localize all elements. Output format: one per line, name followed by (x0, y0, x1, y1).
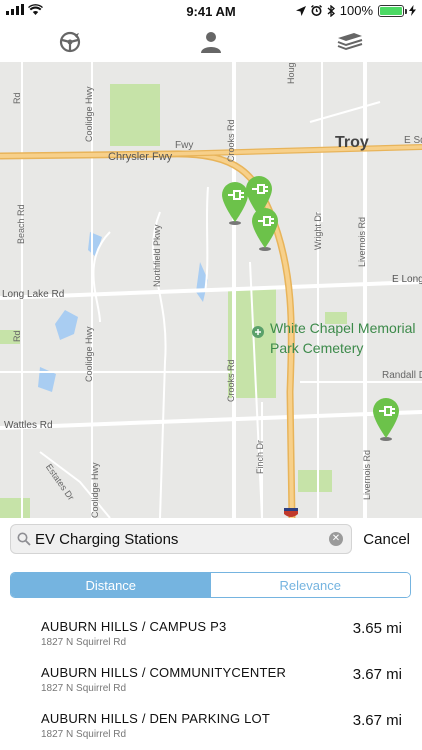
freeway-label: Chrysler Fwy (108, 151, 173, 163)
map-view[interactable]: Troy E Sq Chrysler Fwy Long Lake Rd E Lo… (0, 62, 422, 518)
road-label: Houg (286, 62, 296, 84)
road-label: E Long (392, 274, 422, 285)
steering-wheel-icon[interactable] (56, 28, 84, 56)
station-name: AUBURN HILLS / DEN PARKING LOT (41, 711, 270, 726)
status-right: 100% (295, 3, 416, 18)
road-label: Rd (12, 330, 22, 342)
road-label: Rd (12, 92, 22, 104)
park-label: White Chapel Memorial (270, 320, 416, 336)
road-label: Coolidge Hwy (90, 462, 100, 518)
ev-charging-pin[interactable] (371, 396, 401, 442)
station-address: 1827 N Squirrel Rd (41, 729, 127, 740)
location-arrow-icon (295, 5, 306, 16)
station-address: 1827 N Squirrel Rd (41, 683, 127, 694)
road-label: Beach Rd (16, 204, 26, 244)
status-bar: 9:41 AM 100% (0, 0, 422, 22)
nav-bar (0, 22, 422, 62)
water-area (55, 310, 78, 340)
station-name: AUBURN HILLS / CAMPUS P3 (41, 619, 227, 634)
road-label: Wattles Rd (4, 420, 53, 431)
search-input[interactable] (35, 525, 325, 553)
road-label: Crooks Rd (226, 359, 236, 402)
search-box[interactable]: ✕ (10, 524, 352, 554)
park-area (110, 84, 160, 146)
battery-percent: 100% (339, 3, 373, 18)
results-list: AUBURN HILLS / CAMPUS P3 1827 N Squirrel… (0, 610, 422, 750)
station-name: AUBURN HILLS / COMMUNITYCENTER (41, 665, 287, 680)
road-label: Long Lake Rd (2, 289, 65, 300)
road-label: Finch Dr (255, 439, 265, 474)
alarm-icon (310, 5, 322, 16)
search-row: ✕ Cancel (0, 518, 422, 564)
person-icon[interactable] (197, 28, 225, 56)
station-distance: 3.65 mi (352, 620, 402, 637)
charging-bolt-icon (409, 5, 416, 16)
road-label: Coolidge Hwy (84, 326, 94, 382)
road-label: Northfield Pkwy (152, 224, 162, 287)
park-area (0, 498, 30, 518)
city-label: Troy (335, 134, 369, 151)
battery-icon (378, 4, 407, 17)
list-item[interactable]: AUBURN HILLS / CAMPUS P3 1827 N Squirrel… (0, 610, 422, 656)
road-label: Livernois Rd (357, 216, 367, 267)
layers-icon[interactable] (336, 28, 364, 56)
segment-relevance[interactable]: Relevance (210, 573, 410, 597)
road-label: Randall D (382, 370, 422, 381)
list-item[interactable]: AUBURN HILLS / DEN PARKING LOT 1827 N Sq… (0, 702, 422, 748)
station-distance: 3.67 mi (352, 712, 402, 729)
search-icon (17, 532, 31, 546)
park-label: Park Cemetery (270, 340, 364, 356)
cancel-button[interactable]: Cancel (363, 531, 410, 548)
water-area (38, 367, 56, 392)
road-label: Crooks Rd (226, 119, 236, 162)
road-label: Coolidge Hwy (84, 86, 94, 142)
road-label: Wright Dr (313, 212, 323, 250)
clear-search-icon[interactable]: ✕ (329, 532, 343, 546)
road-label: E Sq (404, 135, 422, 146)
road-label: Fwy (175, 140, 194, 151)
ev-charging-pin[interactable] (250, 206, 280, 252)
station-address: 1827 N Squirrel Rd (41, 637, 127, 648)
segment-distance[interactable]: Distance (11, 573, 211, 597)
road-label: Livernois Rd (362, 449, 372, 500)
sort-segmented-control: Distance Relevance (10, 572, 411, 598)
station-distance: 3.67 mi (352, 666, 402, 683)
park-area (298, 470, 332, 492)
list-item[interactable]: AUBURN HILLS / COMMUNITYCENTER 1827 N Sq… (0, 656, 422, 702)
bluetooth-icon (327, 4, 335, 17)
